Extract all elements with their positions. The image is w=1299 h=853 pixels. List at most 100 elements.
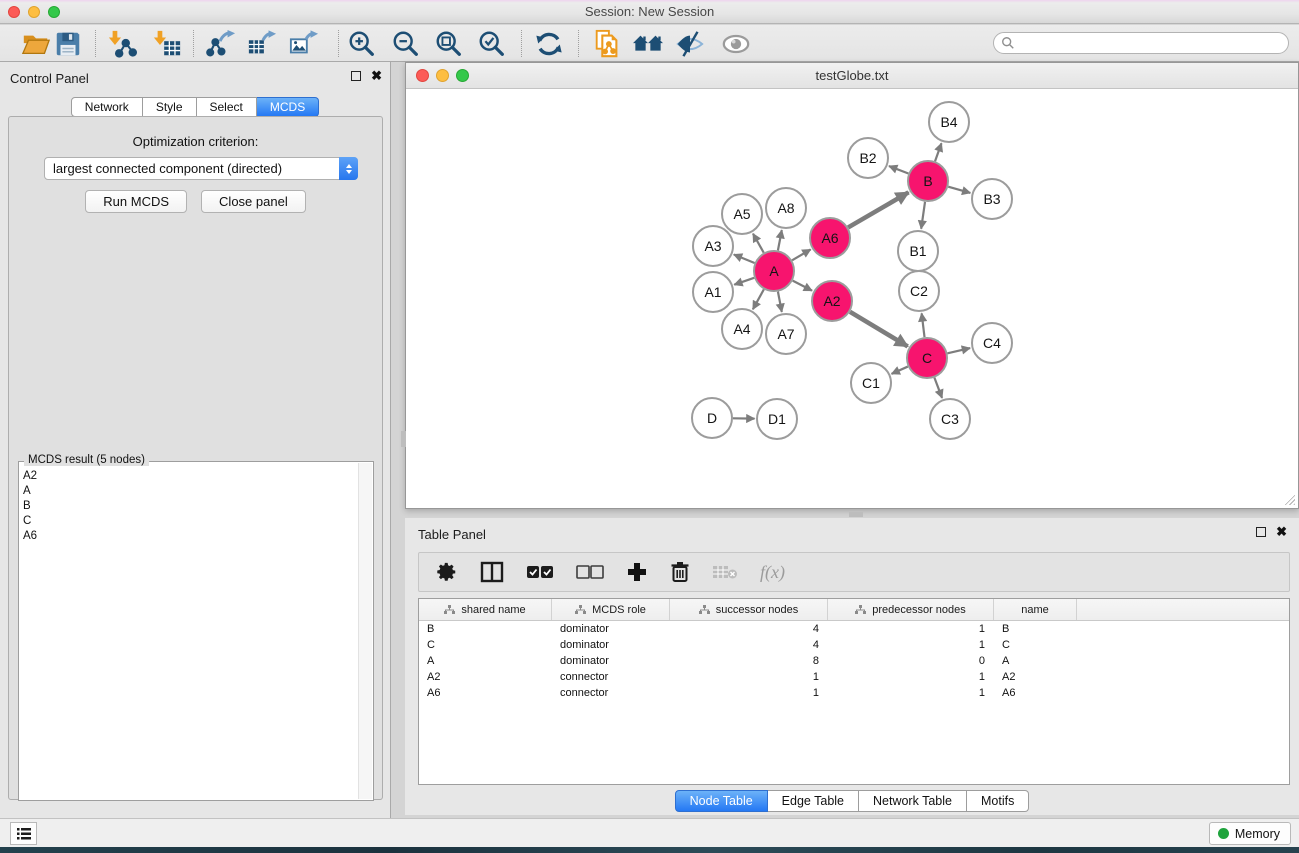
table-row[interactable]: Cdominator41C — [419, 637, 1289, 653]
close-panel-icon[interactable]: ✖ — [371, 71, 382, 81]
column-header-successor-nodes[interactable]: successor nodes — [670, 599, 828, 620]
graph-node-B2[interactable]: B2 — [848, 138, 888, 178]
graph-edge-B-B1[interactable] — [921, 202, 925, 229]
add-column-icon[interactable] — [626, 557, 648, 587]
graph-node-C[interactable]: C — [907, 338, 947, 378]
graph-node-D1[interactable]: D1 — [757, 399, 797, 439]
graph-edge-B-B3[interactable] — [948, 187, 970, 193]
graph-node-A[interactable]: A — [754, 251, 794, 291]
graph-node-B4[interactable]: B4 — [929, 102, 969, 142]
table-row[interactable]: A6connector11A6 — [419, 685, 1289, 701]
mcds-result-item[interactable]: A2 — [19, 468, 357, 483]
graph-edge-A-A2[interactable] — [793, 281, 812, 291]
criterion-dropdown[interactable]: largest connected component (directed) — [44, 157, 358, 180]
graph-node-B[interactable]: B — [908, 161, 948, 201]
search-input[interactable] — [993, 32, 1289, 54]
list-icon — [16, 827, 32, 841]
graph-node-C2[interactable]: C2 — [899, 271, 939, 311]
hide-graphics-details-icon[interactable] — [673, 28, 707, 60]
frame-resize-handle[interactable] — [401, 431, 406, 447]
frame-resize-handle[interactable] — [849, 512, 863, 517]
zoom-fit-icon[interactable] — [432, 28, 466, 60]
table-row[interactable]: Adominator80A — [419, 653, 1289, 669]
graph-node-C1[interactable]: C1 — [851, 363, 891, 403]
graph-node-A6[interactable]: A6 — [810, 218, 850, 258]
tab-mcds[interactable]: MCDS — [257, 97, 319, 117]
zoom-out-icon[interactable] — [389, 28, 423, 60]
table-settings-gear-icon[interactable] — [436, 557, 458, 587]
copy-network-icon[interactable] — [590, 28, 624, 60]
network-canvas[interactable]: A A1 A2 A3 A4 A5 A6 A7 A8 B B1 B2 B3B4 C C1 C2 C3C4 D D1 — [407, 89, 1297, 507]
mcds-result-item[interactable]: A — [19, 483, 357, 498]
graph-node-D[interactable]: D — [692, 398, 732, 438]
close-panel-button[interactable]: Close panel — [201, 190, 306, 213]
mcds-result-item[interactable]: B — [19, 498, 357, 513]
column-header-name[interactable]: name — [994, 599, 1077, 620]
graph-node-B1[interactable]: B1 — [898, 231, 938, 271]
column-selector-icon[interactable] — [480, 557, 504, 587]
column-header-shared-name[interactable]: shared name — [419, 599, 552, 620]
graph-edge-A-A6[interactable] — [792, 249, 811, 260]
save-session-icon[interactable] — [51, 28, 85, 60]
graph-node-A5[interactable]: A5 — [722, 194, 762, 234]
graph-edge-C-C1[interactable] — [892, 367, 908, 374]
float-panel-icon[interactable] — [351, 71, 361, 81]
tab-network[interactable]: Network — [71, 97, 143, 117]
mcds-result-item[interactable]: A6 — [19, 528, 357, 543]
graph-edge-A-A4[interactable] — [753, 289, 764, 309]
result-scrollbar[interactable] — [358, 463, 372, 799]
export-network-icon[interactable] — [204, 28, 238, 60]
graph-edge-A2-C[interactable] — [850, 312, 908, 347]
graph-node-A4[interactable]: A4 — [722, 309, 762, 349]
graph-edge-A6-B[interactable] — [848, 192, 908, 227]
level-of-detail-icon[interactable] — [719, 28, 753, 60]
graph-edge-B-B2[interactable] — [889, 166, 908, 173]
zoom-in-icon[interactable] — [345, 28, 379, 60]
float-table-panel-icon[interactable] — [1256, 527, 1266, 537]
tab-select[interactable]: Select — [197, 97, 257, 117]
tab-style[interactable]: Style — [143, 97, 197, 117]
zoom-selected-icon[interactable] — [475, 28, 509, 60]
graph-node-A3[interactable]: A3 — [693, 226, 733, 266]
close-table-panel-icon[interactable]: ✖ — [1276, 527, 1287, 537]
tab-network-table[interactable]: Network Table — [859, 790, 967, 812]
table-row[interactable]: A2connector11A2 — [419, 669, 1289, 685]
graph-edge-A-A3[interactable] — [734, 255, 755, 264]
graph-edge-A-A7[interactable] — [778, 292, 782, 312]
graph-edge-C-C4[interactable] — [947, 348, 970, 353]
tab-edge-table[interactable]: Edge Table — [768, 790, 859, 812]
task-history-button[interactable] — [10, 822, 37, 845]
graph-edge-C-C2[interactable] — [922, 313, 925, 337]
svg-text:A8: A8 — [777, 200, 794, 216]
graph-node-A7[interactable]: A7 — [766, 314, 806, 354]
export-table-icon[interactable] — [245, 28, 279, 60]
delete-column-trash-icon[interactable] — [670, 557, 690, 587]
graph-node-A8[interactable]: A8 — [766, 188, 806, 228]
graph-edge-B-B4[interactable] — [935, 143, 941, 161]
graph-edge-C-C3[interactable] — [934, 378, 942, 398]
select-all-checkboxes-icon[interactable] — [526, 557, 554, 587]
open-file-icon[interactable] — [19, 28, 53, 60]
table-row[interactable]: Bdominator41B — [419, 621, 1289, 637]
graph-node-C4[interactable]: C4 — [972, 323, 1012, 363]
run-mcds-button[interactable]: Run MCDS — [85, 190, 187, 213]
deselect-all-checkboxes-icon[interactable] — [576, 557, 604, 587]
home-icon[interactable] — [631, 28, 665, 60]
export-image-icon[interactable] — [287, 28, 321, 60]
graph-edge-A-A8[interactable] — [778, 230, 782, 250]
graph-node-A1[interactable]: A1 — [693, 272, 733, 312]
graph-node-C3[interactable]: C3 — [930, 399, 970, 439]
column-header-MCDS-role[interactable]: MCDS role — [552, 599, 670, 620]
graph-edge-A-A1[interactable] — [734, 278, 754, 285]
import-table-icon[interactable] — [150, 28, 184, 60]
refresh-layout-icon[interactable] — [532, 28, 566, 60]
mcds-result-item[interactable]: C — [19, 513, 357, 528]
tab-node-table[interactable]: Node Table — [675, 790, 768, 812]
graph-edge-A-A5[interactable] — [753, 234, 764, 253]
tab-motifs[interactable]: Motifs — [967, 790, 1029, 812]
graph-node-A2[interactable]: A2 — [812, 281, 852, 321]
import-network-icon[interactable] — [105, 28, 139, 60]
column-header-predecessor-nodes[interactable]: predecessor nodes — [828, 599, 994, 620]
graph-node-B3[interactable]: B3 — [972, 179, 1012, 219]
memory-button[interactable]: Memory — [1209, 822, 1291, 845]
